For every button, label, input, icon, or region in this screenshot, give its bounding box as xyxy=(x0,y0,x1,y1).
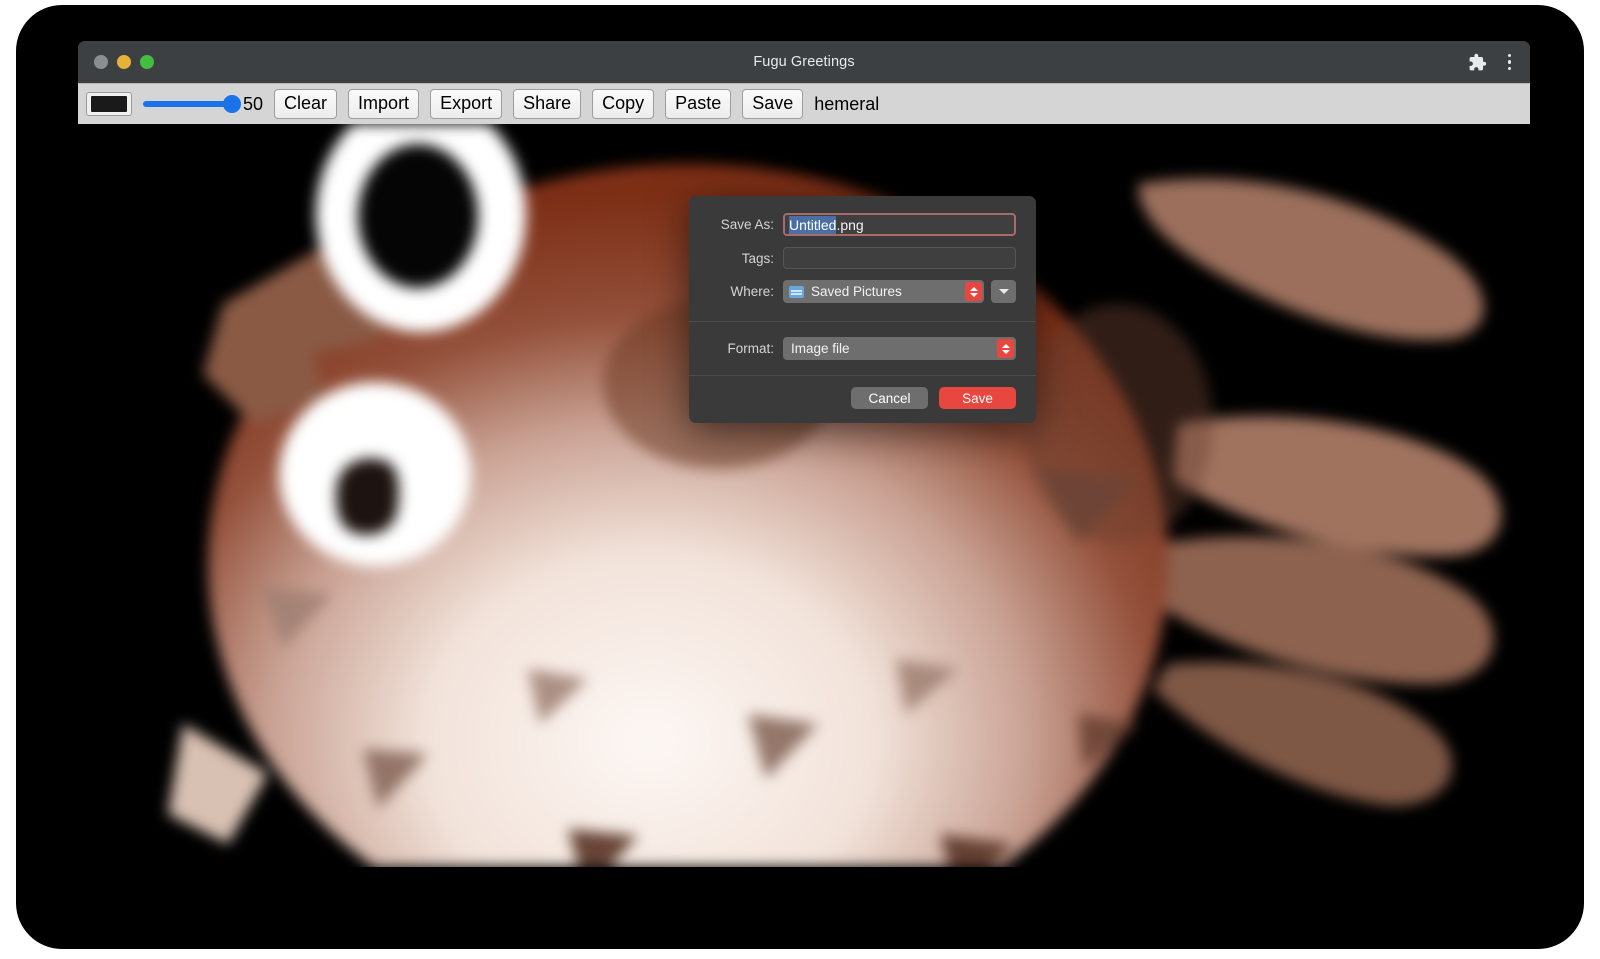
chevron-down-icon xyxy=(999,289,1009,294)
save-as-selected-text: Untitled xyxy=(789,216,836,234)
clear-button[interactable]: Clear xyxy=(274,89,337,118)
format-label: Format: xyxy=(709,341,783,356)
dialog-actions: Cancel Save xyxy=(689,376,1036,423)
slider-value-label: 50 xyxy=(243,94,263,115)
folder-icon xyxy=(789,286,804,298)
color-swatch-inner xyxy=(91,96,127,112)
format-dropdown[interactable]: Image file xyxy=(783,337,1016,360)
titlebar-actions xyxy=(1468,41,1517,83)
share-button[interactable]: Share xyxy=(513,89,581,118)
puzzle-piece-icon[interactable] xyxy=(1468,53,1487,72)
pen-size-slider-group: 50 xyxy=(143,94,263,115)
where-value-text: Saved Pictures xyxy=(811,284,902,299)
format-value-text: Image file xyxy=(791,341,850,356)
minimize-window-button[interactable] xyxy=(117,55,131,69)
format-stepper-icon[interactable] xyxy=(997,339,1014,358)
save-button[interactable]: Save xyxy=(742,89,803,118)
import-button[interactable]: Import xyxy=(348,89,419,118)
save-as-extension-text: .png xyxy=(836,217,863,233)
drawing-canvas[interactable]: Save As: Untitled.png Tags: Where: xyxy=(78,124,1530,867)
paste-button[interactable]: Paste xyxy=(665,89,731,118)
app-window: Fugu Greetings 50 xyxy=(78,41,1530,867)
expand-browser-button[interactable] xyxy=(991,280,1016,303)
app-toolbar: 50 Clear Import Export Share Copy Paste … xyxy=(78,83,1530,124)
save-as-input[interactable]: Untitled.png xyxy=(783,213,1016,236)
format-row: Format: Image file xyxy=(709,337,1016,360)
window-title: Fugu Greetings xyxy=(78,54,1530,70)
traffic-lights xyxy=(94,55,154,69)
tags-label: Tags: xyxy=(709,251,783,266)
dialog-save-button[interactable]: Save xyxy=(939,387,1016,409)
maximize-window-button[interactable] xyxy=(140,55,154,69)
window-titlebar: Fugu Greetings xyxy=(78,41,1530,83)
export-button[interactable]: Export xyxy=(430,89,502,118)
tags-row: Tags: xyxy=(709,247,1016,269)
close-window-button[interactable] xyxy=(94,55,108,69)
ephemeral-label: hemeral xyxy=(814,94,879,115)
copy-button[interactable]: Copy xyxy=(592,89,654,118)
tags-input[interactable] xyxy=(783,247,1016,269)
save-as-row: Save As: Untitled.png xyxy=(709,213,1016,236)
save-file-dialog: Save As: Untitled.png Tags: Where: xyxy=(689,196,1036,423)
where-dropdown[interactable]: Saved Pictures xyxy=(783,280,984,303)
where-row: Where: Saved Pictures xyxy=(709,280,1016,303)
dialog-cancel-button[interactable]: Cancel xyxy=(851,387,928,409)
where-label: Where: xyxy=(709,284,783,299)
slider-thumb[interactable] xyxy=(223,95,241,113)
kebab-menu-icon[interactable] xyxy=(1503,50,1517,75)
save-as-label: Save As: xyxy=(709,217,783,232)
dialog-fields: Save As: Untitled.png Tags: Where: xyxy=(689,196,1036,321)
stepper-up-down-icon[interactable] xyxy=(965,282,982,301)
pen-size-slider[interactable] xyxy=(143,101,235,107)
color-picker-swatch[interactable] xyxy=(86,92,132,116)
device-frame: Fugu Greetings 50 xyxy=(16,5,1584,949)
format-section: Format: Image file xyxy=(689,322,1036,375)
